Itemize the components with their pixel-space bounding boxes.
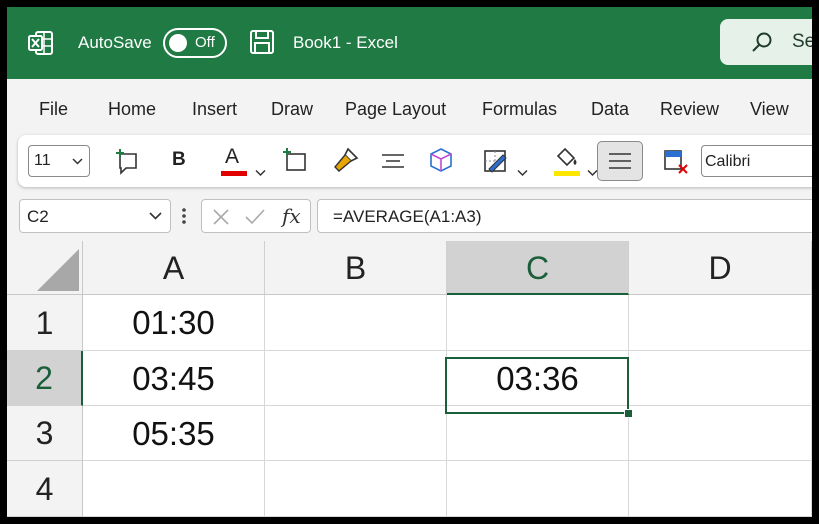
chevron-down-icon bbox=[149, 212, 162, 220]
toggle-knob bbox=[169, 34, 187, 52]
cancel-icon[interactable] bbox=[212, 208, 230, 226]
formula-input[interactable]: =AVERAGE(A1:A3) bbox=[317, 199, 812, 233]
select-all-corner[interactable] bbox=[7, 241, 83, 295]
justify-button[interactable] bbox=[597, 141, 643, 181]
name-box-value: C2 bbox=[27, 207, 49, 226]
fill-color-swatch bbox=[554, 171, 580, 176]
cell-c3[interactable] bbox=[447, 406, 629, 461]
more-options-icon[interactable] bbox=[181, 205, 187, 227]
save-icon[interactable] bbox=[249, 29, 275, 55]
ribbon-toolbar: 11 B A Calibri bbox=[18, 135, 812, 187]
cell-b1[interactable] bbox=[265, 295, 447, 351]
3d-model-icon[interactable] bbox=[427, 145, 455, 177]
search-placeholder: Se bbox=[792, 31, 812, 52]
name-box[interactable]: C2 bbox=[19, 199, 171, 233]
active-cell-outline bbox=[445, 357, 629, 414]
row-header-1[interactable]: 1 bbox=[7, 295, 83, 351]
cell-a2[interactable]: 03:45 bbox=[83, 351, 265, 406]
font-size-value: 11 bbox=[34, 152, 51, 169]
document-title: Book1 - Excel bbox=[293, 33, 398, 52]
enter-check-icon[interactable] bbox=[244, 208, 266, 226]
menu-review[interactable]: Review bbox=[660, 99, 719, 120]
menu-view[interactable]: View bbox=[750, 99, 789, 120]
spreadsheet-grid: A B C D 1 2 3 4 01:30 03:45 03:36 05:35 bbox=[7, 241, 812, 517]
insert-function-button[interactable]: fx bbox=[282, 204, 301, 228]
font-color-button[interactable]: A bbox=[221, 145, 247, 177]
borders-icon[interactable] bbox=[481, 145, 511, 177]
chevron-down-icon bbox=[72, 158, 83, 165]
column-header-a[interactable]: A bbox=[83, 241, 265, 295]
insert-cells-icon[interactable] bbox=[282, 145, 310, 177]
cell-b4[interactable] bbox=[265, 461, 447, 517]
cell-d3[interactable] bbox=[629, 406, 812, 461]
search-icon bbox=[752, 32, 772, 52]
font-size-select[interactable]: 11 bbox=[28, 145, 90, 177]
column-header-d[interactable]: D bbox=[629, 241, 812, 295]
cell-a4[interactable] bbox=[83, 461, 265, 517]
clear-format-icon[interactable] bbox=[662, 145, 690, 177]
excel-window: AutoSave Off Book1 - Excel Se File Home … bbox=[7, 7, 812, 517]
fill-color-button[interactable] bbox=[553, 145, 581, 177]
menu-formulas[interactable]: Formulas bbox=[482, 99, 557, 120]
autosave-toggle[interactable]: Off bbox=[163, 28, 227, 58]
align-center-icon[interactable] bbox=[380, 145, 406, 177]
cell-c1[interactable] bbox=[447, 295, 629, 351]
cell-b3[interactable] bbox=[265, 406, 447, 461]
cell-b2[interactable] bbox=[265, 351, 447, 406]
menu-draw[interactable]: Draw bbox=[271, 99, 313, 120]
row-header-2[interactable]: 2 bbox=[7, 351, 83, 406]
autosave-state: Off bbox=[195, 34, 215, 51]
bold-button[interactable]: B bbox=[172, 149, 186, 181]
cell-c4[interactable] bbox=[447, 461, 629, 517]
menu-insert[interactable]: Insert bbox=[192, 99, 237, 120]
menu-home[interactable]: Home bbox=[108, 99, 156, 120]
row-header-4[interactable]: 4 bbox=[7, 461, 83, 517]
excel-logo-icon bbox=[28, 31, 53, 55]
menu-bar: File Home Insert Draw Page Layout Formul… bbox=[7, 79, 812, 135]
cell-d4[interactable] bbox=[629, 461, 812, 517]
menu-page-layout[interactable]: Page Layout bbox=[345, 99, 446, 120]
font-name-select[interactable]: Calibri bbox=[701, 145, 812, 177]
cell-a1[interactable]: 01:30 bbox=[83, 295, 265, 351]
font-name-value: Calibri bbox=[705, 153, 751, 170]
column-header-c[interactable]: C bbox=[447, 241, 629, 295]
fill-color-icon bbox=[556, 147, 577, 167]
column-header-b[interactable]: B bbox=[265, 241, 447, 295]
align-justify-icon bbox=[609, 153, 631, 169]
font-color-icon: A bbox=[225, 145, 240, 168]
select-all-triangle-icon bbox=[37, 249, 79, 291]
new-comment-icon[interactable] bbox=[114, 145, 144, 177]
cell-a3[interactable]: 05:35 bbox=[83, 406, 265, 461]
fill-handle[interactable] bbox=[624, 409, 633, 418]
search-box[interactable]: Se bbox=[720, 19, 812, 65]
autosave-label: AutoSave bbox=[78, 33, 152, 52]
chevron-down-icon[interactable] bbox=[517, 157, 528, 189]
formula-text: =AVERAGE(A1:A3) bbox=[333, 207, 482, 226]
formula-controls: fx bbox=[201, 199, 311, 233]
cell-d2[interactable] bbox=[629, 351, 812, 406]
format-painter-icon[interactable] bbox=[331, 145, 361, 177]
font-color-swatch bbox=[221, 171, 247, 176]
menu-data[interactable]: Data bbox=[591, 99, 629, 120]
row-header-3[interactable]: 3 bbox=[7, 406, 83, 461]
cell-d1[interactable] bbox=[629, 295, 812, 351]
title-bar: AutoSave Off Book1 - Excel Se bbox=[7, 7, 812, 79]
menu-file[interactable]: File bbox=[39, 99, 68, 120]
chevron-down-icon[interactable] bbox=[255, 157, 266, 189]
